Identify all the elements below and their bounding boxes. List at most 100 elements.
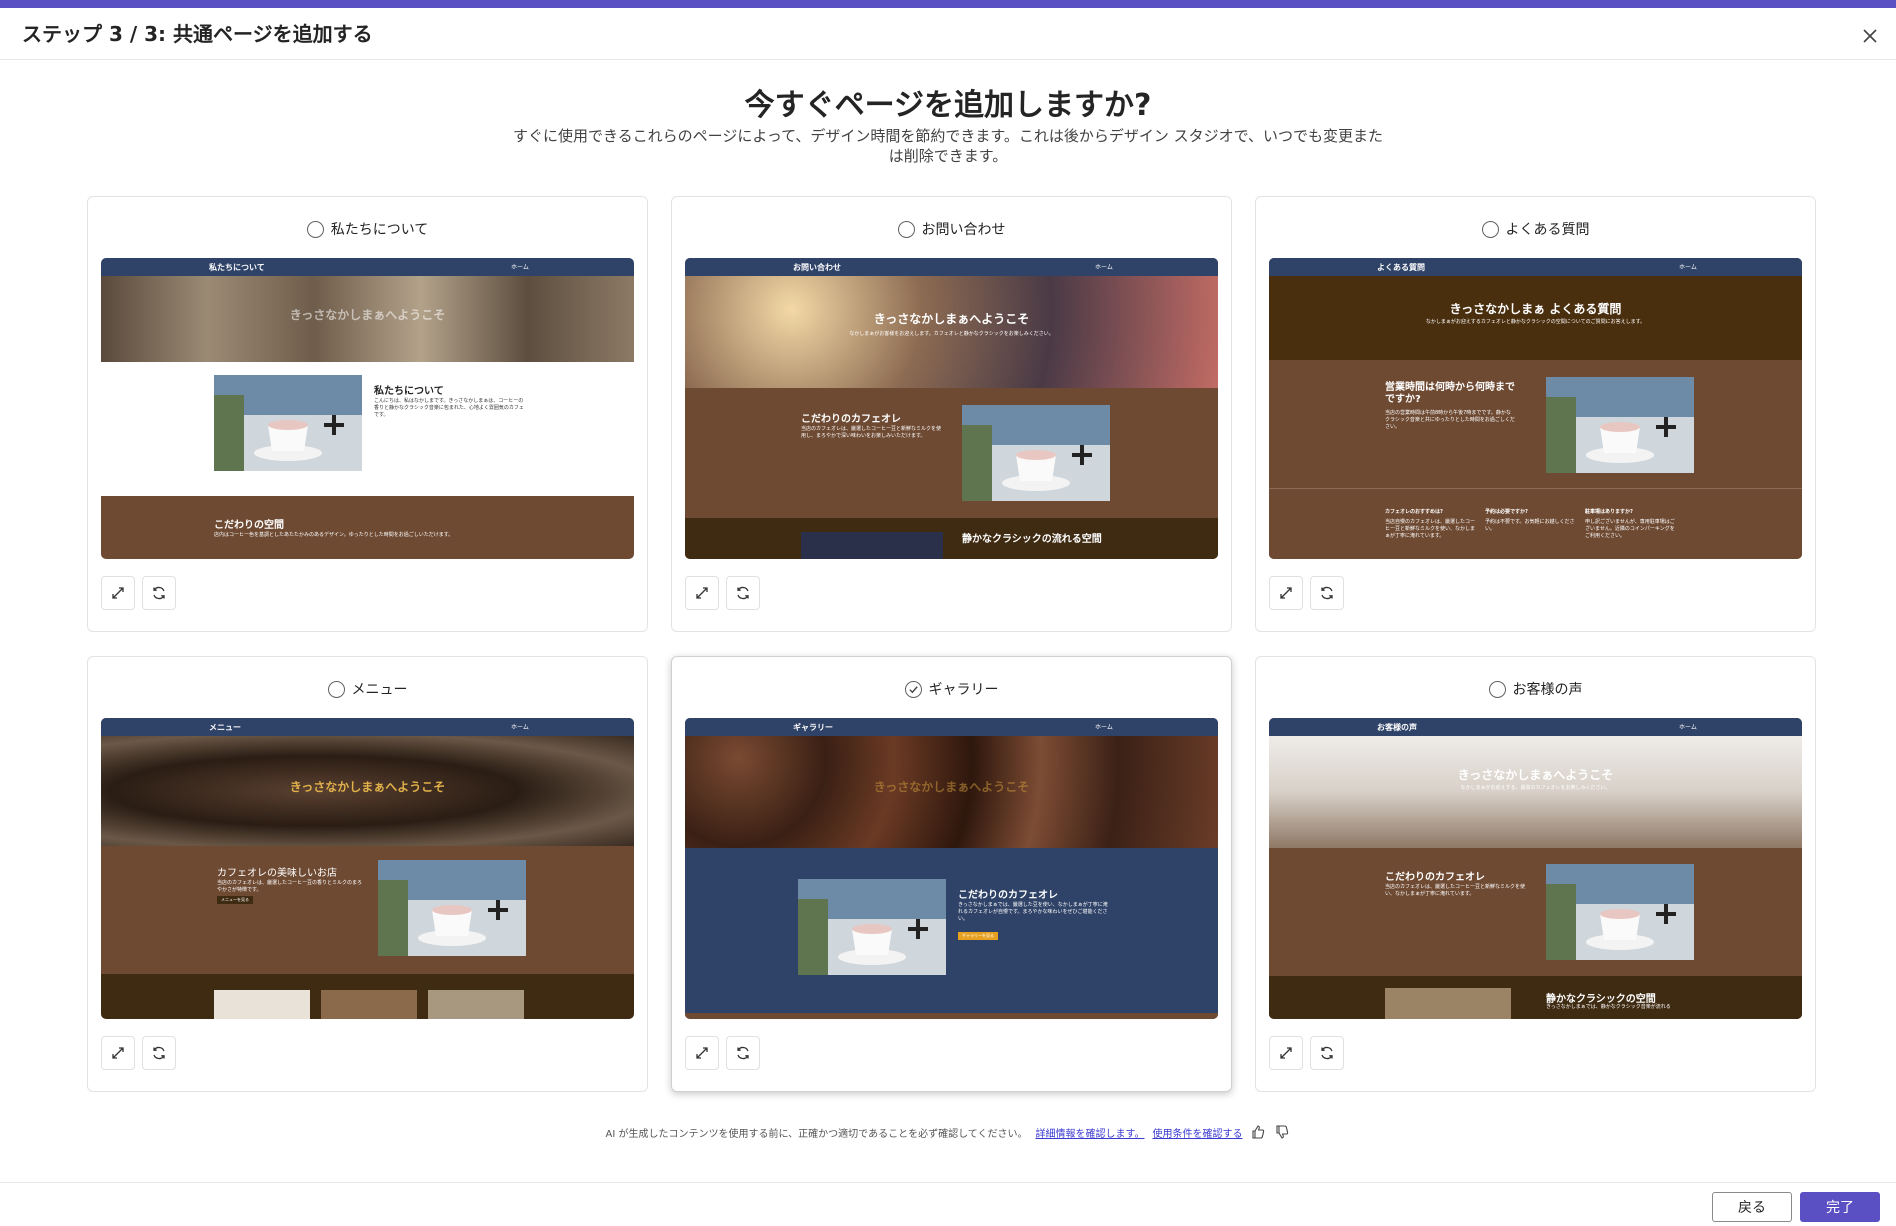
preview-heading: こだわりのカフェオレ — [958, 890, 1058, 901]
card-toolbar — [101, 576, 176, 610]
preview-section-space: こだわりの空間 店内はコーヒー色を基調としたあたたかみのあるデザイン。ゆったりと… — [101, 496, 634, 559]
refresh-icon[interactable] — [726, 576, 760, 610]
preview-hero: きっさなかしまぁへようこそ — [101, 276, 634, 362]
thumbs-up-icon[interactable] — [1250, 1124, 1266, 1140]
card-select-gallery[interactable]: ギャラリー — [672, 677, 1231, 701]
preview-nav-title: 私たちについて — [209, 263, 265, 272]
close-icon[interactable] — [1858, 24, 1882, 48]
preview-hero-subtitle: なかしまぁがお迎えするカフェオレと静かなクラシックの空間についてのご質問にお答え… — [1425, 319, 1646, 325]
page-card-gallery[interactable]: ギャラリー ギャラリー ホーム きっさなかしまぁへようこそ こだわりのカフェオレ… — [671, 656, 1232, 1092]
preview-nav-home: ホーム — [511, 264, 529, 271]
preview-nav-home: ホーム — [1679, 264, 1697, 271]
page-card-faq[interactable]: よくある質問 よくある質問 ホーム きっさなかしまぁ よくある質問 なかしまぁが… — [1255, 196, 1816, 632]
preview-nav: 私たちについて ホーム — [101, 258, 634, 276]
page-preview-gallery: ギャラリー ホーム きっさなかしまぁへようこそ こだわりのカフェオレ きっさなか… — [685, 718, 1218, 1019]
thumbs-down-icon[interactable] — [1274, 1124, 1290, 1140]
faq-answer: 当店自慢のカフェオレは、厳選したコーヒー豆と新鮮なミルクを使い、なかしまぁが丁寧… — [1385, 519, 1476, 539]
refresh-icon[interactable] — [142, 1036, 176, 1070]
faq-answer: 申し訳ございませんが、専用駐車場はございません。近隣のコインパーキングをご利用く… — [1585, 519, 1675, 539]
faq-question: カフェオレのおすすめは? — [1385, 509, 1443, 515]
radio-unchecked-icon[interactable] — [897, 220, 915, 238]
preview-nav-title: よくある質問 — [1377, 263, 1425, 272]
radio-unchecked-icon[interactable] — [306, 220, 324, 238]
preview-hero: きっさなかしまぁへようこそ なかしまぁがお客様をお迎えします。カフェオレと静かな… — [685, 276, 1218, 388]
preview-text: きっさなかしまぁでは、厳選した豆を使い、なかしまぁが丁寧に淹れるカフェオレが自慢… — [958, 902, 1108, 922]
back-button[interactable]: 戻る — [1712, 1192, 1792, 1222]
preview-hero-title: きっさなかしまぁへようこそ — [873, 312, 1030, 326]
refresh-icon[interactable] — [142, 576, 176, 610]
preview-nav: ギャラリー ホーム — [685, 718, 1218, 736]
expand-icon[interactable] — [1269, 1036, 1303, 1070]
card-toolbar — [685, 576, 760, 610]
preview-section-cafeaulait: カフェオレの美味しいお店 当店のカフェオレは、厳選したコーヒー豆の香りとミルクの… — [101, 846, 634, 974]
preview-nav-home: ホーム — [1679, 724, 1697, 731]
page-preview-faq: よくある質問 ホーム きっさなかしまぁ よくある質問 なかしまぁがお迎えするカフ… — [1269, 258, 1802, 559]
preview-gallery-button: ギャラリーを見る — [958, 932, 998, 940]
page-preview-testimonials: お客様の声 ホーム きっさなかしまぁへようこそ なかしまぁがお迎えする、最高のカ… — [1269, 718, 1802, 1019]
preview-hero-title: きっさなかしまぁへようこそ — [1457, 768, 1614, 782]
card-select-about[interactable]: 私たちについて — [88, 217, 647, 241]
card-select-menu[interactable]: メニュー — [88, 677, 647, 701]
preview-hero: きっさなかしまぁ よくある質問 なかしまぁがお迎えするカフェオレと静かなクラシッ… — [1269, 276, 1802, 360]
preview-nav-home: ホーム — [1095, 724, 1113, 731]
radio-unchecked-icon[interactable] — [327, 680, 345, 698]
card-select-faq[interactable]: よくある質問 — [1256, 217, 1815, 241]
preview-nav-home: ホーム — [511, 724, 529, 731]
page-preview-about: 私たちについて ホーム きっさなかしまぁへようこそ 私たちについて こんにちは、… — [101, 258, 634, 559]
page-card-menu[interactable]: メニュー メニュー ホーム きっさなかしまぁへようこそ カフェオレの美味しいお店… — [87, 656, 648, 1092]
refresh-icon[interactable] — [726, 1036, 760, 1070]
expand-icon[interactable] — [685, 1036, 719, 1070]
preview-hero: きっさなかしまぁへようこそ — [685, 736, 1218, 848]
radio-unchecked-icon[interactable] — [1481, 220, 1499, 238]
preview-nav-title: ギャラリー — [793, 723, 833, 732]
card-label: お問い合わせ — [921, 222, 1006, 238]
card-select-contact[interactable]: お問い合わせ — [672, 217, 1231, 241]
refresh-icon[interactable] — [1310, 1036, 1344, 1070]
preview-footer-strip — [685, 1013, 1218, 1019]
dialog-title: ステップ 3 / 3: 共通ページを追加する — [22, 22, 373, 46]
cafe-photo — [378, 860, 526, 956]
dialog-footer: 戻る 完了 — [0, 1182, 1896, 1226]
preview-hero-title: きっさなかしまぁへようこそ — [873, 780, 1030, 794]
preview-hero-subtitle: なかしまぁがお客様をお迎えします。カフェオレと静かなクラシックをお楽しみください… — [849, 331, 1054, 337]
page-subtitle: すぐに使用できるこれらのページによって、デザイン時間を節約できます。これは後から… — [512, 127, 1384, 165]
preview-text: こんにちは、私はなかしまです。きっさなかしまぁは、コーヒーの香りと静かなクラシッ… — [374, 398, 524, 418]
checkmark-icon[interactable] — [904, 680, 922, 698]
details-link[interactable]: 詳細情報を確認します。 — [1035, 1125, 1144, 1140]
preview-section-faq-list: カフェオレのおすすめは? 当店自慢のカフェオレは、厳選したコーヒー豆と新鮮なミル… — [1269, 488, 1802, 559]
card-toolbar — [1269, 576, 1344, 610]
preview-hero-title: きっさなかしまぁへようこそ — [289, 780, 446, 794]
preview-hero: きっさなかしまぁへようこそ なかしまぁがお迎えする、最高のカフェオレをお楽しみく… — [1269, 736, 1802, 848]
refresh-icon[interactable] — [1310, 576, 1344, 610]
page-card-testimonials[interactable]: お客様の声 お客様の声 ホーム きっさなかしまぁへようこそ なかしまぁがお迎えす… — [1255, 656, 1816, 1092]
preview-section-about: 私たちについて こんにちは、私はなかしまです。きっさなかしまぁは、コーヒーの香り… — [101, 362, 634, 482]
card-select-testimonials[interactable]: お客様の声 — [1256, 677, 1815, 701]
preview-heading-2: 静かなクラシックの流れる空間 — [962, 534, 1102, 545]
cafe-photo — [798, 879, 946, 975]
preview-text: 当店の営業時間は午前8時から午後7時までです。静かなクラシック音楽と共にゆったり… — [1385, 410, 1515, 430]
preview-nav: お問い合わせ ホーム — [685, 258, 1218, 276]
preview-text-2: 店内はコーヒー色を基調としたあたたかみのあるデザイン。ゆったりとした時間をお過ご… — [214, 532, 454, 538]
terms-link[interactable]: 使用条件を確認する — [1152, 1125, 1242, 1140]
preview-hero-title: きっさなかしまぁ よくある質問 — [1449, 302, 1622, 316]
done-button[interactable]: 完了 — [1800, 1192, 1880, 1222]
page-card-contact[interactable]: お問い合わせ お問い合わせ ホーム きっさなかしまぁへようこそ なかしまぁがお客… — [671, 196, 1232, 632]
page-card-about[interactable]: 私たちについて 私たちについて ホーム きっさなかしまぁへようこそ 私たちについ… — [87, 196, 648, 632]
radio-unchecked-icon[interactable] — [1488, 680, 1506, 698]
preview-section-cafeaulait: こだわりのカフェオレ 当店のカフェオレは、厳選したコーヒー豆と新鮮なミルクを使い… — [1269, 848, 1802, 976]
menu-photo-1 — [214, 990, 310, 1019]
preview-nav-title: お問い合わせ — [793, 263, 841, 272]
page-headline: 今すぐページを追加しますか? — [744, 88, 1152, 123]
expand-icon[interactable] — [101, 576, 135, 610]
cafe-photo — [1546, 864, 1694, 960]
expand-icon[interactable] — [685, 576, 719, 610]
preview-heading: カフェオレの美味しいお店 — [217, 868, 337, 879]
preview-text: 当店のカフェオレは、厳選したコーヒー豆と新鮮なミルクを使用し、まろやかで深い味わ… — [801, 426, 942, 439]
expand-icon[interactable] — [101, 1036, 135, 1070]
preview-section-cafeaulait: こだわりのカフェオレ 当店のカフェオレは、厳選したコーヒー豆と新鮮なミルクを使用… — [685, 388, 1218, 518]
preview-heading-2: 静かなクラシックの空間 — [1546, 994, 1656, 1005]
preview-heading: こだわりのカフェオレ — [801, 414, 901, 425]
card-label: メニュー — [351, 682, 408, 698]
expand-icon[interactable] — [1269, 576, 1303, 610]
ai-disclaimer: AI が生成したコンテンツを使用する前に、正確かつ適切であることを必ず確認してく… — [0, 1124, 1896, 1140]
